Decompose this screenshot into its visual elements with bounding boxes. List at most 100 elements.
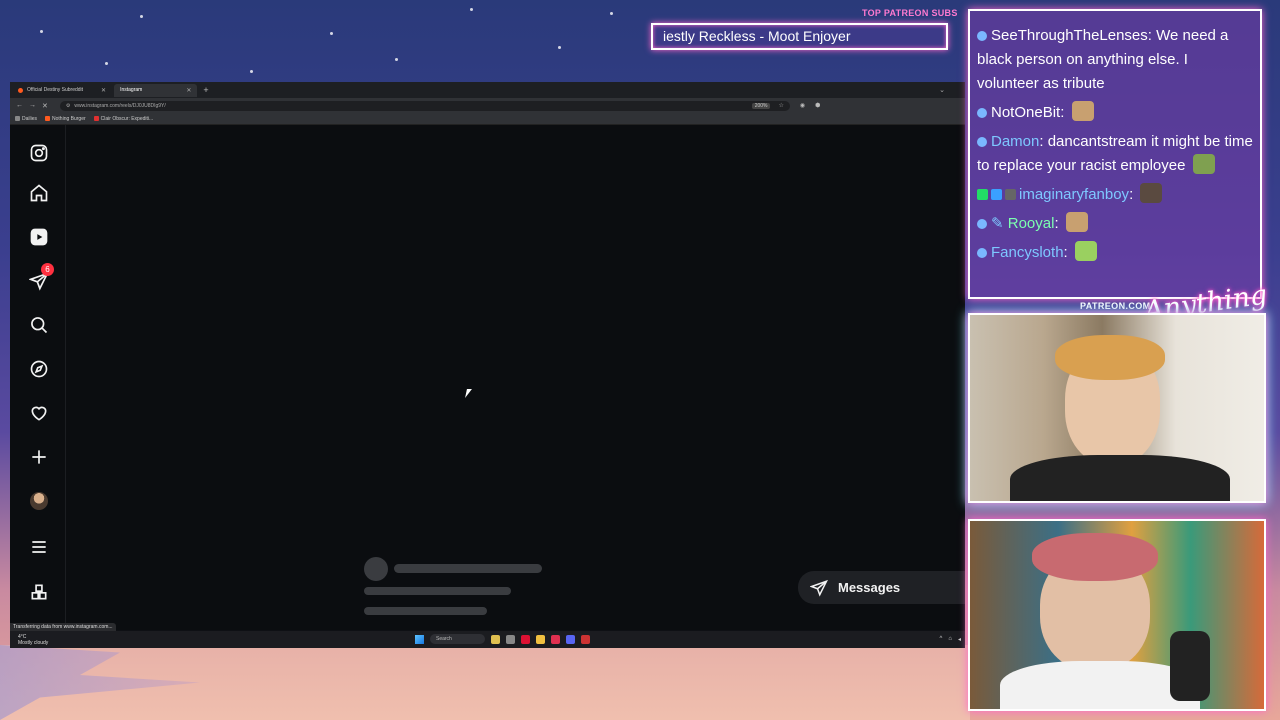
chat-badges bbox=[977, 189, 1016, 200]
chat-badge-icon bbox=[977, 137, 987, 147]
pencil-badge-icon: ✎ bbox=[991, 215, 1008, 232]
prime-badge-icon bbox=[991, 189, 1002, 200]
widgets-icon[interactable] bbox=[491, 634, 500, 644]
emote-icon bbox=[1140, 183, 1163, 203]
windows-taskbar: 4°C Mostly cloudy Search ^ ⌂ ◂ bbox=[10, 631, 965, 648]
emote-icon bbox=[1071, 101, 1094, 121]
app-icon[interactable] bbox=[551, 634, 560, 644]
webcam-streamer-2 bbox=[968, 519, 1266, 711]
profile-avatar[interactable] bbox=[28, 490, 50, 512]
chat-username: imaginaryfanboy bbox=[1019, 186, 1130, 203]
tab-instagram[interactable]: Instagram ✕ bbox=[114, 83, 198, 97]
bookmark-clair-obscur[interactable]: Clair Obscur: Expediti... bbox=[93, 116, 153, 122]
notification-badge: 6 bbox=[41, 263, 54, 276]
browser-window: Official Destiny Subreddit ✕ Instagram ✕… bbox=[10, 82, 965, 648]
tab-bar: Official Destiny Subreddit ✕ Instagram ✕… bbox=[10, 82, 965, 98]
instagram-sidebar: 6 bbox=[10, 125, 66, 630]
stop-loading-icon[interactable]: ✕ bbox=[42, 102, 48, 110]
chat-username: Fancysloth bbox=[991, 244, 1064, 261]
chat-message: imaginaryfanboy: bbox=[977, 183, 1253, 207]
streamer-hair bbox=[1055, 335, 1165, 380]
patreon-ticker: iestly Reckless - Moot Enjoyer bbox=[651, 23, 948, 50]
windows-start-icon[interactable] bbox=[415, 634, 424, 644]
site-info-icon[interactable]: ⚙ bbox=[66, 103, 70, 109]
chat-username: Rooyal bbox=[1007, 215, 1055, 232]
also-from-meta-icon[interactable] bbox=[28, 581, 50, 603]
emote-icon bbox=[1065, 212, 1088, 232]
file-explorer-icon[interactable] bbox=[536, 634, 545, 644]
discord-icon[interactable] bbox=[566, 634, 575, 644]
tab-destiny-subreddit[interactable]: Official Destiny Subreddit ✕ bbox=[12, 84, 112, 97]
messages-button[interactable]: Messages bbox=[798, 571, 965, 604]
chat-username: SeeThroughTheLenses bbox=[991, 27, 1148, 44]
close-icon[interactable]: ✕ bbox=[186, 87, 191, 94]
extension-icon[interactable]: ◉ bbox=[800, 102, 805, 109]
task-view-icon[interactable] bbox=[506, 634, 515, 644]
chat-badge-icon bbox=[977, 219, 987, 229]
taskbar-search[interactable]: Search bbox=[430, 634, 485, 644]
forward-arrow-icon[interactable]: → bbox=[29, 102, 36, 109]
messages-label: Messages bbox=[838, 580, 901, 595]
stream-chat: SeeThroughTheLenses: We need a black per… bbox=[968, 9, 1262, 299]
weather-condition: Mostly cloudy bbox=[18, 639, 49, 646]
zoom-indicator[interactable]: 200% bbox=[751, 102, 771, 109]
mouse-cursor bbox=[465, 389, 472, 398]
address-bar[interactable]: ⚙ www.instagram.com/reels/DJ0JU8DIg9Y/ 2… bbox=[59, 100, 790, 111]
chat-badge-icon bbox=[977, 31, 987, 41]
recording-app-icon[interactable] bbox=[581, 634, 590, 644]
browser-toolbar: ← → ✕ ⚙ www.instagram.com/reels/DJ0JU8DI… bbox=[10, 98, 965, 113]
reddit-favicon-icon bbox=[18, 87, 23, 93]
sub-badge-icon bbox=[977, 189, 988, 200]
stream-background-floor bbox=[0, 645, 970, 720]
explore-icon[interactable] bbox=[28, 358, 50, 380]
more-menu-icon[interactable] bbox=[28, 536, 50, 558]
taskbar-apps: Search bbox=[415, 634, 590, 644]
site-favicon-icon bbox=[93, 116, 99, 121]
tab-label: Instagram bbox=[120, 87, 143, 93]
back-arrow-icon[interactable]: ← bbox=[16, 102, 23, 109]
reels-icon[interactable] bbox=[28, 226, 50, 248]
new-tab-plus-icon[interactable]: + bbox=[203, 85, 208, 95]
top-patreon-subs-label: TOP PATREON SUBS bbox=[862, 8, 958, 18]
chevron-down-icon[interactable]: ⌄ bbox=[939, 86, 945, 94]
avatar bbox=[30, 492, 48, 510]
extensions-puzzle-icon[interactable]: ⬢ bbox=[815, 102, 820, 109]
bookmark-star-icon[interactable]: ☆ bbox=[778, 102, 783, 109]
direct-icon[interactable]: 6 bbox=[28, 263, 54, 292]
bookmark-nothing-burger[interactable]: Nothing Burger bbox=[45, 116, 86, 122]
network-icon[interactable]: ⌂ bbox=[948, 636, 952, 643]
loading-skeleton-line bbox=[394, 564, 542, 573]
chat-message: ✎ Rooyal: bbox=[977, 212, 1253, 236]
chat-username: NotOneBit bbox=[991, 104, 1061, 121]
weather-widget[interactable]: 4°C Mostly cloudy bbox=[18, 634, 48, 646]
chat-message: NotOneBit: bbox=[977, 101, 1253, 125]
folder-icon bbox=[15, 116, 20, 121]
instagram-page: 6 Messages bbox=[10, 125, 965, 630]
instagram-logo-icon[interactable] bbox=[28, 142, 50, 164]
tray-chevron-icon[interactable]: ^ bbox=[940, 636, 943, 643]
notifications-icon[interactable] bbox=[28, 402, 50, 424]
bookmark-dailies[interactable]: Dailies bbox=[15, 116, 37, 122]
loading-skeleton-line bbox=[364, 607, 487, 615]
home-icon[interactable] bbox=[28, 182, 50, 204]
chat-message: SeeThroughTheLenses: We need a black per… bbox=[977, 27, 1229, 92]
reddit-favicon-icon bbox=[45, 116, 51, 121]
system-tray: ^ ⌂ ◂ bbox=[940, 636, 961, 643]
chat-message: Damon: dancantstream it might be time to… bbox=[977, 133, 1253, 174]
bookmarks-bar: Dailies Nothing Burger Clair Obscur: Exp… bbox=[10, 113, 965, 125]
browser-app-icon[interactable] bbox=[521, 634, 530, 644]
microphone bbox=[1170, 631, 1210, 701]
search-icon[interactable] bbox=[28, 314, 50, 336]
create-icon[interactable] bbox=[28, 446, 50, 468]
direct-icon bbox=[810, 579, 828, 597]
chat-badge-icon bbox=[977, 108, 987, 118]
speaker-icon[interactable]: ◂ bbox=[958, 636, 961, 643]
tab-label: Official Destiny Subreddit bbox=[27, 87, 84, 93]
url-text: www.instagram.com/reels/DJ0JU8DIg9Y/ bbox=[74, 102, 166, 109]
badge-icon bbox=[1005, 189, 1016, 200]
emote-icon bbox=[1192, 154, 1215, 174]
chat-username: Damon bbox=[991, 133, 1040, 150]
webcam-streamer-1 bbox=[968, 313, 1266, 503]
close-icon[interactable]: ✕ bbox=[101, 87, 106, 94]
chat-badge-icon bbox=[977, 248, 987, 258]
